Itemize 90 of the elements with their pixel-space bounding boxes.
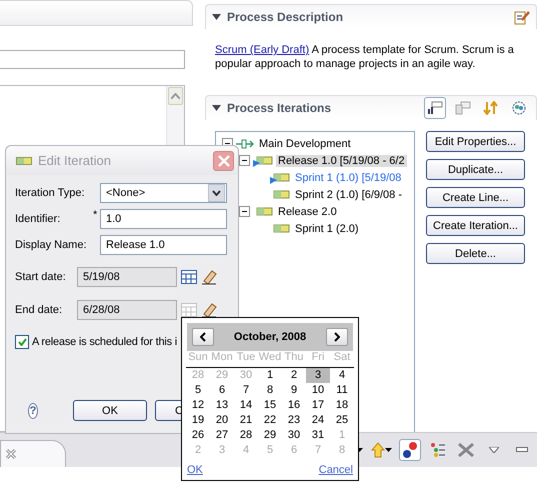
section-header[interactable]: Process Iterations bbox=[205, 95, 537, 120]
calendar-day[interactable]: 18 bbox=[330, 398, 354, 413]
section-header[interactable]: Process Description bbox=[205, 4, 537, 29]
calendar-day[interactable]: 5 bbox=[186, 383, 210, 398]
eraser-icon[interactable] bbox=[201, 269, 217, 285]
chevron-right-icon[interactable] bbox=[334, 332, 340, 342]
calendar-day[interactable]: 31 bbox=[306, 428, 330, 443]
weekday-label: Sun bbox=[186, 351, 210, 368]
calendar-day[interactable]: 11 bbox=[330, 383, 354, 398]
field-label: Iteration Type: bbox=[15, 187, 86, 199]
calendar-link[interactable]: Cancel bbox=[318, 464, 353, 476]
tree-item[interactable]: Main Development bbox=[257, 138, 353, 150]
calendar-link[interactable]: OK bbox=[187, 464, 203, 476]
calendar-day[interactable]: 10 bbox=[306, 383, 330, 398]
weekday-label: Sat bbox=[330, 351, 354, 368]
calendar-day[interactable]: 25 bbox=[330, 413, 354, 428]
tree-item[interactable]: Sprint 1 (1.0) [5/19/08 bbox=[293, 172, 404, 184]
dialog-title: Edit Iteration bbox=[38, 153, 112, 168]
help-button[interactable]: ? bbox=[28, 402, 38, 418]
field-label: End date: bbox=[15, 304, 64, 316]
text-field[interactable] bbox=[0, 50, 185, 69]
close-icon[interactable] bbox=[5, 448, 17, 460]
line-icon bbox=[236, 138, 254, 148]
calendar-day[interactable]: 30 bbox=[282, 428, 306, 443]
dialog-button[interactable]: OK bbox=[73, 400, 147, 421]
current-iteration-icon bbox=[270, 172, 290, 184]
description-text: Scrum (Early Draft) A process template for Scrum. Scrum is a popular approach to manage projects in an agile way. bbox=[214, 43, 515, 72]
calendar-day[interactable]: 12 bbox=[186, 398, 210, 413]
action-button[interactable]: Duplicate... bbox=[426, 159, 525, 180]
calendar-day[interactable]: 22 bbox=[258, 413, 282, 428]
calendar-day[interactable]: 1 bbox=[258, 368, 282, 383]
calendar-day[interactable]: 9 bbox=[282, 383, 306, 398]
weekday-label: Mon bbox=[210, 351, 234, 368]
edit-icon[interactable] bbox=[514, 9, 530, 25]
collapse-icon[interactable] bbox=[239, 155, 250, 166]
current-iteration-icon bbox=[253, 154, 273, 166]
tree-item[interactable]: Sprint 2 (1.0) [6/9/08 - bbox=[293, 188, 404, 200]
month-title: October, 2008 bbox=[234, 331, 306, 343]
action-button[interactable]: Edit Properties... bbox=[426, 131, 525, 152]
section-title: Process Description bbox=[227, 10, 344, 24]
collapse-triangle-icon[interactable] bbox=[212, 105, 221, 111]
field-label: Display Name: bbox=[15, 239, 88, 251]
calendar-day[interactable]: 28 bbox=[234, 428, 258, 443]
action-button[interactable]: Create Iteration... bbox=[426, 215, 525, 236]
checkbox-label: A release is scheduled for this i bbox=[32, 336, 178, 348]
checkbox[interactable] bbox=[15, 335, 29, 349]
weekday-label: Wed bbox=[258, 351, 282, 368]
calendar-day[interactable]: 13 bbox=[210, 398, 234, 413]
field-label: Identifier: bbox=[15, 213, 62, 225]
weekday-label: Tue bbox=[234, 351, 258, 368]
calendar-day[interactable]: 19 bbox=[186, 413, 210, 428]
weekday-label: Thu bbox=[282, 351, 306, 368]
section-title: Process Iterations bbox=[227, 101, 332, 115]
tree-item[interactable]: Release 1.0 [5/19/08 - 6/2 bbox=[276, 154, 407, 166]
calendar-day[interactable]: 14 bbox=[234, 398, 258, 413]
calendar-day[interactable]: 20 bbox=[210, 413, 234, 428]
previous-month-button[interactable] bbox=[192, 328, 214, 346]
tree-item[interactable]: Release 2.0 bbox=[276, 206, 339, 218]
calendar-day[interactable]: 8 bbox=[258, 383, 282, 398]
type-dropdown[interactable]: <None> bbox=[100, 183, 227, 203]
tree-item[interactable]: Sprint 1 (2.0) bbox=[293, 222, 361, 234]
calendar-day[interactable]: 23 bbox=[282, 413, 306, 428]
calendar-day[interactable]: 24 bbox=[306, 413, 330, 428]
text-field[interactable]: 1.0 bbox=[100, 209, 227, 229]
calendar-day[interactable]: 26 bbox=[186, 428, 210, 443]
chart-layout-icon[interactable] bbox=[424, 97, 446, 119]
template-link[interactable]: Scrum (Early Draft) bbox=[215, 44, 310, 56]
text-field[interactable]: Release 1.0 bbox=[100, 235, 227, 255]
calendar-day[interactable]: 3 bbox=[306, 368, 330, 383]
iteration-icon bbox=[16, 156, 32, 164]
next-month-button[interactable] bbox=[326, 328, 348, 346]
calendar-day[interactable]: 15 bbox=[258, 398, 282, 413]
calendar-day[interactable]: 6 bbox=[210, 383, 234, 398]
collapse-triangle-icon[interactable] bbox=[212, 14, 221, 20]
calendar-day[interactable]: 16 bbox=[282, 398, 306, 413]
calendar-day[interactable]: 27 bbox=[210, 428, 234, 443]
calendar-day[interactable]: 7 bbox=[234, 383, 258, 398]
calendar-day[interactable]: 17 bbox=[306, 398, 330, 413]
calendar-day[interactable]: 4 bbox=[330, 368, 354, 383]
field-label: Start date: bbox=[15, 271, 67, 283]
action-button[interactable]: Create Line... bbox=[426, 187, 525, 208]
collapse-icon[interactable] bbox=[239, 206, 250, 217]
required-mark: * bbox=[93, 209, 98, 221]
error-markers-icon[interactable] bbox=[399, 439, 421, 461]
calendar-day[interactable]: 21 bbox=[234, 413, 258, 428]
action-button[interactable]: Delete... bbox=[426, 243, 525, 264]
chevron-left-icon[interactable] bbox=[200, 332, 206, 342]
calendar-day[interactable]: 29 bbox=[258, 428, 282, 443]
calendar-day[interactable]: 2 bbox=[282, 368, 306, 383]
eraser-icon[interactable] bbox=[201, 302, 217, 318]
